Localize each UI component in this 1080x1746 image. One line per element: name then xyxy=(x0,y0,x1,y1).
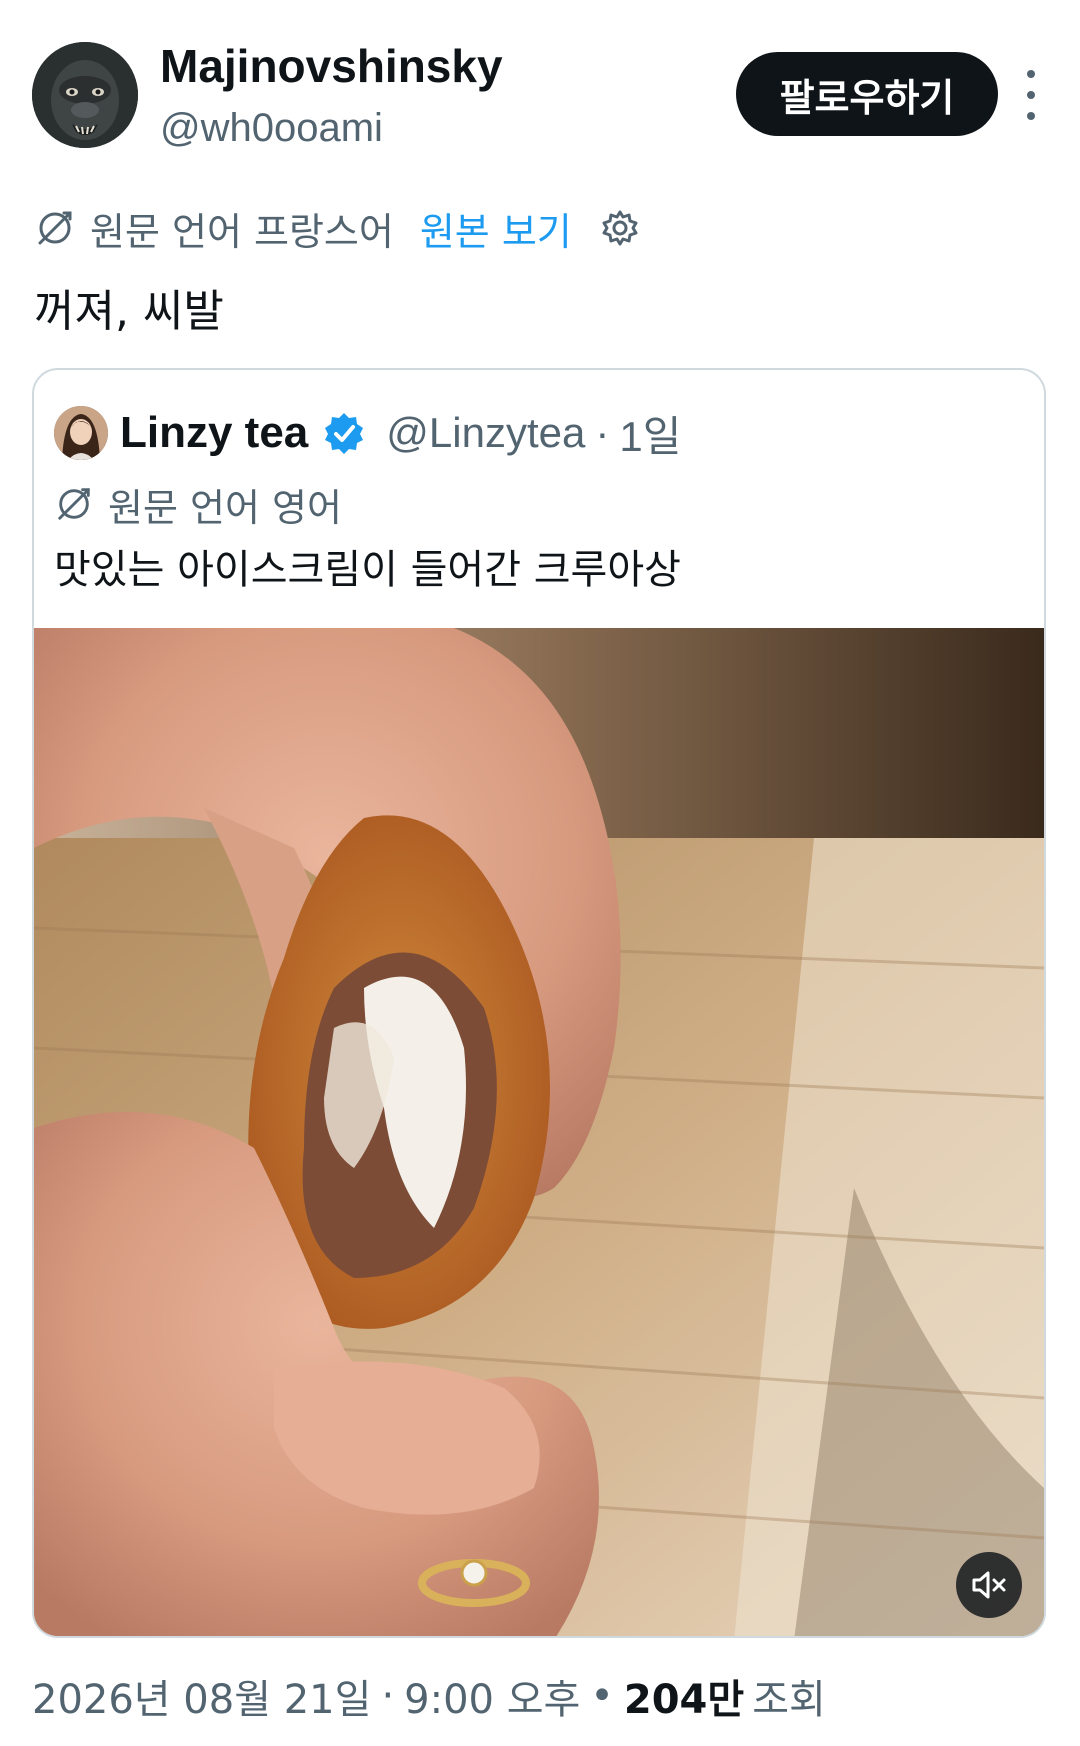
separator-dot: · xyxy=(381,1673,395,1719)
quote-translation-row: 원문 언어 영어 xyxy=(54,474,342,534)
separator-dot: · xyxy=(595,409,610,456)
translate-icon xyxy=(38,211,72,245)
quote-video[interactable] xyxy=(34,628,1044,1636)
quote-text: 맛있는 아이스크림이 들어간 크루아상 xyxy=(54,547,681,593)
views-label: 조회 xyxy=(752,1677,826,1723)
quote-display-name[interactable]: Linzy tea xyxy=(120,408,308,458)
more-options-icon[interactable] xyxy=(1014,70,1048,120)
follow-button[interactable]: 팔로우하기 xyxy=(736,52,998,136)
verified-badge-icon xyxy=(325,413,364,454)
video-thumbnail xyxy=(34,628,1044,1636)
quote-header: Linzy tea @Linzytea · 1일 xyxy=(120,400,681,466)
separator-dot: • xyxy=(590,1673,614,1719)
tweet-meta: 2026년 08월 21일 · 9:00 오후 • 204만 조회 xyxy=(32,1664,826,1728)
author-avatar[interactable] xyxy=(32,42,138,148)
translation-language-note: 원문 언어 프랑스어 xyxy=(90,209,394,254)
woman-avatar-image xyxy=(54,406,108,460)
dot xyxy=(1027,70,1035,78)
dot xyxy=(1027,91,1035,99)
quoted-tweet-card[interactable]: Linzy tea @Linzytea · 1일 원문 언어 영어 맛있는 아이… xyxy=(32,368,1046,1638)
post-time[interactable]: 9:00 오후 xyxy=(404,1667,580,1725)
quote-age[interactable]: 1일 xyxy=(619,403,681,464)
quote-author-avatar[interactable] xyxy=(54,406,108,460)
mute-toggle[interactable] xyxy=(956,1552,1022,1618)
dot xyxy=(1027,112,1035,120)
translation-row: 원문 언어 프랑스어 원본 보기 xyxy=(34,200,640,256)
quote-language-note: 원문 언어 영어 xyxy=(108,485,342,530)
muted-speaker-icon xyxy=(972,1571,1006,1599)
author-handle[interactable]: @wh0ooami xyxy=(160,104,383,152)
translate-icon xyxy=(58,488,90,520)
tweet-text: 꺼져, 씨발 xyxy=(34,286,224,337)
view-original-link[interactable]: 원본 보기 xyxy=(420,201,572,256)
views-count[interactable]: 204만 xyxy=(624,1667,744,1725)
author-display-name[interactable]: Majinovshinsky xyxy=(160,38,503,94)
post-date[interactable]: 2026년 08월 21일 xyxy=(32,1667,371,1725)
quote-handle[interactable]: @Linzytea xyxy=(386,409,585,457)
gear-icon[interactable] xyxy=(600,208,640,248)
gorilla-avatar-image xyxy=(32,42,138,148)
